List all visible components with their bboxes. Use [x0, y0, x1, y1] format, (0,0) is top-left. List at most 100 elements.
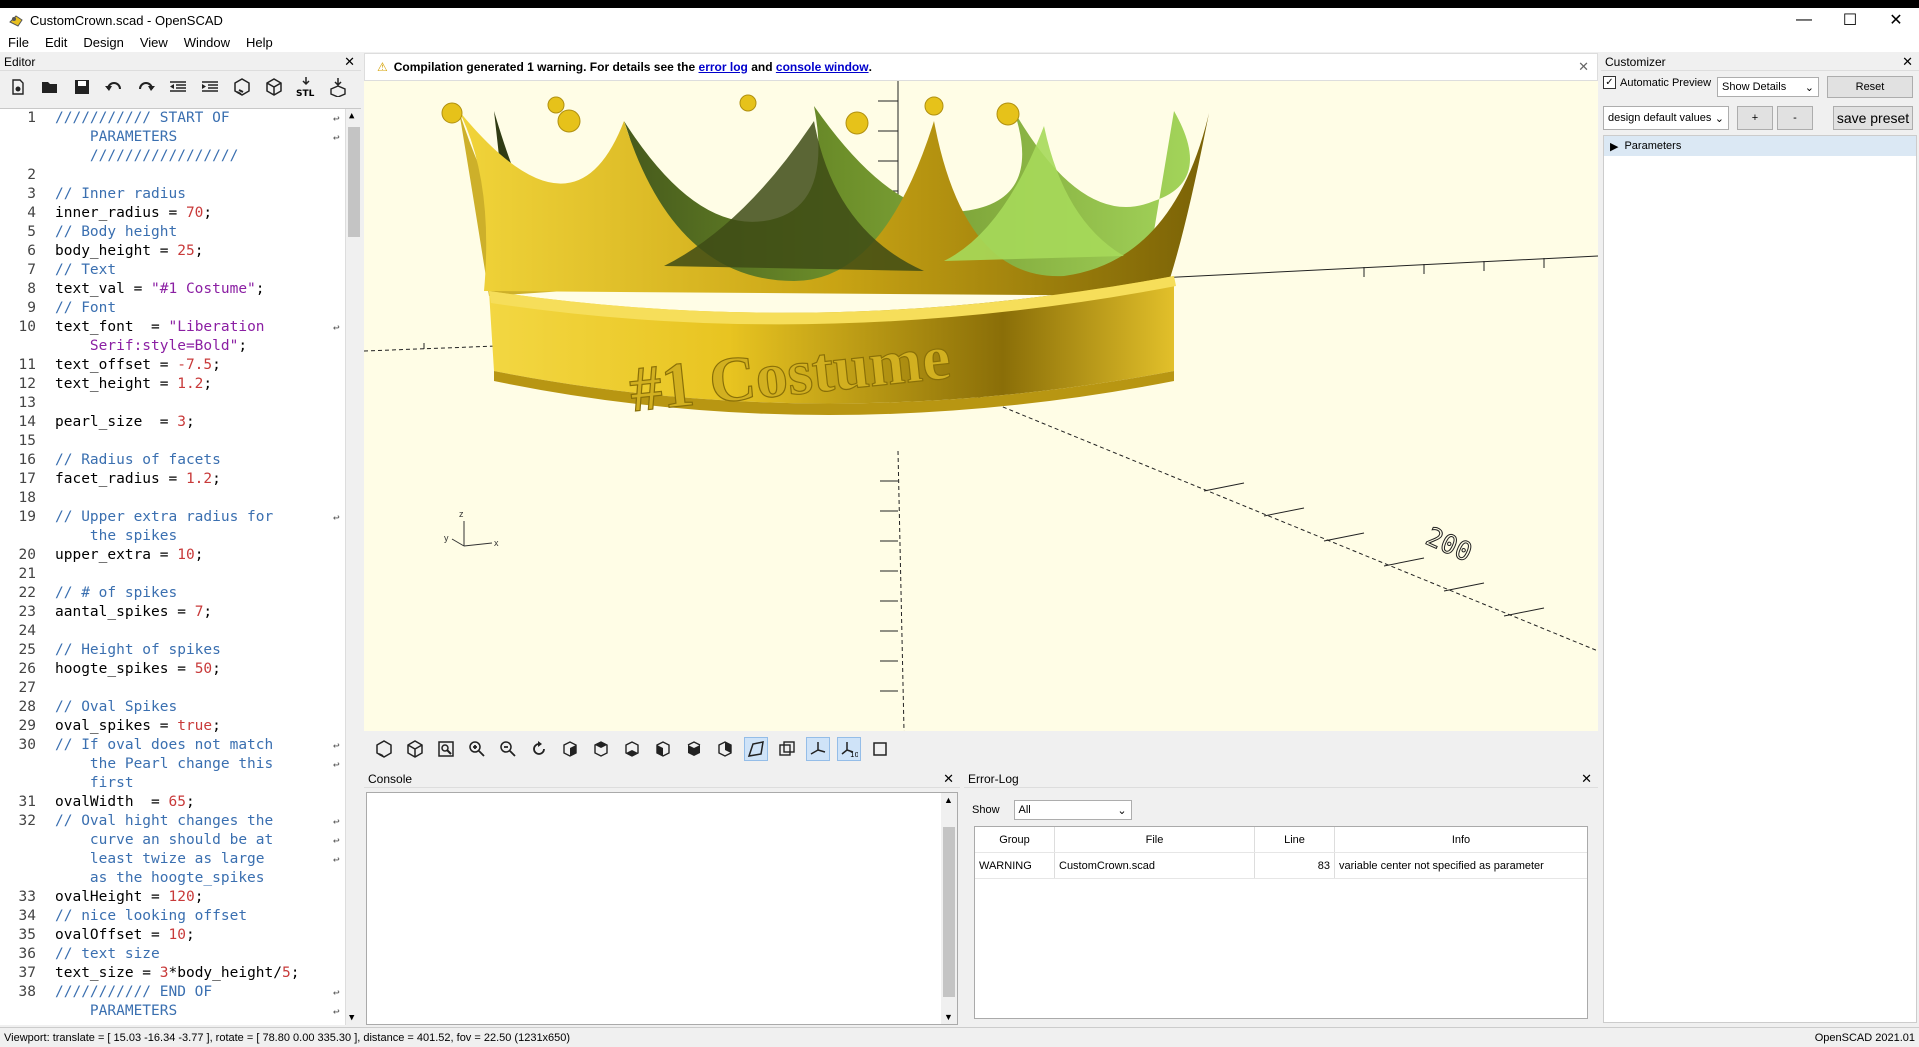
table-row[interactable]: WARNING CustomCrown.scad 83 variable cen… — [975, 853, 1587, 879]
show-filter-select[interactable]: All ⌄ — [1013, 800, 1132, 820]
scroll-up-icon[interactable]: ▲ — [944, 795, 953, 805]
title-bar: CustomCrown.scad - OpenSCAD — ☐ ✕ — [0, 8, 1919, 32]
line-number: 22 — [18, 585, 36, 601]
orthogonal-icon[interactable] — [775, 737, 799, 761]
console-window-link[interactable]: console window — [776, 60, 869, 74]
redo-icon[interactable] — [134, 75, 158, 99]
view-all-icon[interactable] — [434, 737, 458, 761]
render-icon[interactable] — [403, 737, 427, 761]
editor-scroll-thumb[interactable] — [348, 127, 360, 237]
console-scrollbar[interactable]: ▲ ▼ — [941, 793, 957, 1024]
code-line: 29 oval_spikes = true; — [0, 717, 345, 736]
code-text: // # of spikes — [55, 585, 178, 601]
view-right-icon[interactable] — [558, 737, 582, 761]
column-header-info[interactable]: Info — [1335, 827, 1587, 852]
save-preset-button[interactable]: save preset — [1833, 106, 1913, 130]
tree-item-parameters[interactable]: ▶ Parameters — [1604, 136, 1916, 156]
perspective-icon[interactable] — [744, 737, 768, 761]
preview-icon[interactable] — [372, 737, 396, 761]
code-text: upper_extra = 10; — [55, 547, 204, 563]
open-file-icon[interactable] — [38, 75, 62, 99]
editor-scrollbar[interactable]: ▲ ▼ — [345, 109, 361, 1025]
wrap-indicator-icon: ↩ — [333, 986, 340, 999]
line-number — [0, 1002, 36, 1021]
scroll-up-icon[interactable]: ▲ — [349, 111, 354, 121]
line-number — [0, 869, 36, 888]
code-text: ///////////////// — [55, 148, 239, 164]
reset-button[interactable]: Reset — [1827, 76, 1913, 98]
error-log-link[interactable]: error log — [699, 60, 748, 74]
render-icon[interactable] — [262, 75, 286, 99]
new-file-icon[interactable] — [6, 75, 30, 99]
console-close-icon[interactable]: ✕ — [943, 771, 954, 787]
menu-view[interactable]: View — [132, 35, 176, 50]
code-text: // nice looking offset — [55, 908, 248, 924]
line-number: 32 — [18, 813, 36, 829]
view-top-icon[interactable] — [589, 737, 613, 761]
show-edges-icon[interactable] — [868, 737, 892, 761]
line-number: 17 — [18, 471, 36, 487]
customizer-close-icon[interactable]: ✕ — [1902, 54, 1913, 70]
console-scroll-thumb[interactable] — [943, 827, 955, 997]
expand-arrow-icon[interactable]: ▶ — [1610, 140, 1618, 153]
menu-file[interactable]: File — [0, 35, 37, 50]
send-to-print-icon[interactable] — [326, 75, 350, 99]
code-line: 20 upper_extra = 10; — [0, 546, 345, 565]
remove-preset-button[interactable]: - — [1777, 106, 1813, 130]
code-line: 9 // Font — [0, 299, 345, 318]
show-axes-icon[interactable] — [806, 737, 830, 761]
menu-help[interactable]: Help — [238, 35, 281, 50]
column-header-group[interactable]: Group — [975, 827, 1055, 852]
auto-preview-checkbox[interactable]: ✓ — [1603, 76, 1616, 89]
zoom-in-icon[interactable] — [465, 737, 489, 761]
menu-edit[interactable]: Edit — [37, 35, 75, 50]
indent-icon[interactable] — [198, 75, 222, 99]
warning-and: and — [751, 60, 773, 74]
column-header-file[interactable]: File — [1055, 827, 1255, 852]
code-line: curve an should be at ↩ — [0, 831, 345, 850]
code-text: // Text — [55, 262, 117, 278]
line-number — [0, 128, 36, 147]
line-number: 13 — [18, 395, 36, 411]
minimize-button[interactable]: — — [1781, 8, 1827, 32]
editor-close-icon[interactable]: ✕ — [344, 54, 355, 70]
maximize-button[interactable]: ☐ — [1827, 8, 1873, 32]
view-left-icon[interactable] — [651, 737, 675, 761]
code-text: ovalWidth = 65; — [55, 794, 195, 810]
code-text: text_val = "#1 Costume"; — [55, 281, 265, 297]
scroll-down-icon[interactable]: ▼ — [944, 1012, 953, 1022]
save-file-icon[interactable] — [70, 75, 94, 99]
reset-view-icon[interactable] — [527, 737, 551, 761]
show-scale-markers-icon[interactable]: 10 — [837, 737, 861, 761]
column-header-line[interactable]: Line — [1255, 827, 1335, 852]
code-text: curve an should be at — [55, 832, 274, 848]
menu-window[interactable]: Window — [176, 35, 238, 50]
undo-icon[interactable] — [102, 75, 126, 99]
zoom-out-icon[interactable] — [496, 737, 520, 761]
line-number: 5 — [27, 224, 36, 240]
unindent-icon[interactable] — [166, 75, 190, 99]
show-details-select[interactable]: Show Details ⌄ — [1717, 77, 1819, 97]
console-output[interactable]: ▲ ▼ — [366, 792, 958, 1025]
error-log-close-icon[interactable]: ✕ — [1581, 771, 1592, 787]
close-window-button[interactable]: ✕ — [1873, 8, 1919, 32]
code-editor[interactable]: 1 /////////// START OF ↩ PARAMETERS ↩ /////… — [0, 108, 361, 1025]
3d-viewport[interactable]: 200 #1 Costume z x y — [364, 81, 1598, 731]
warning-close-icon[interactable]: ✕ — [1578, 59, 1589, 75]
svg-text:z: z — [459, 509, 464, 519]
scroll-down-icon[interactable]: ▼ — [349, 1013, 354, 1023]
menu-design[interactable]: Design — [75, 35, 131, 50]
view-front-icon[interactable] — [682, 737, 706, 761]
view-back-icon[interactable] — [713, 737, 737, 761]
code-line: 24 — [0, 622, 345, 641]
line-number: 3 — [27, 186, 36, 202]
line-number: 29 — [18, 718, 36, 734]
export-stl-icon[interactable]: STL — [294, 75, 318, 99]
preview-icon[interactable] — [230, 75, 254, 99]
line-number: 20 — [18, 547, 36, 563]
add-preset-button[interactable]: + — [1737, 106, 1773, 130]
preset-select[interactable]: design default values ⌄ — [1603, 106, 1729, 130]
view-bottom-icon[interactable] — [620, 737, 644, 761]
cell-group: WARNING — [975, 853, 1055, 878]
